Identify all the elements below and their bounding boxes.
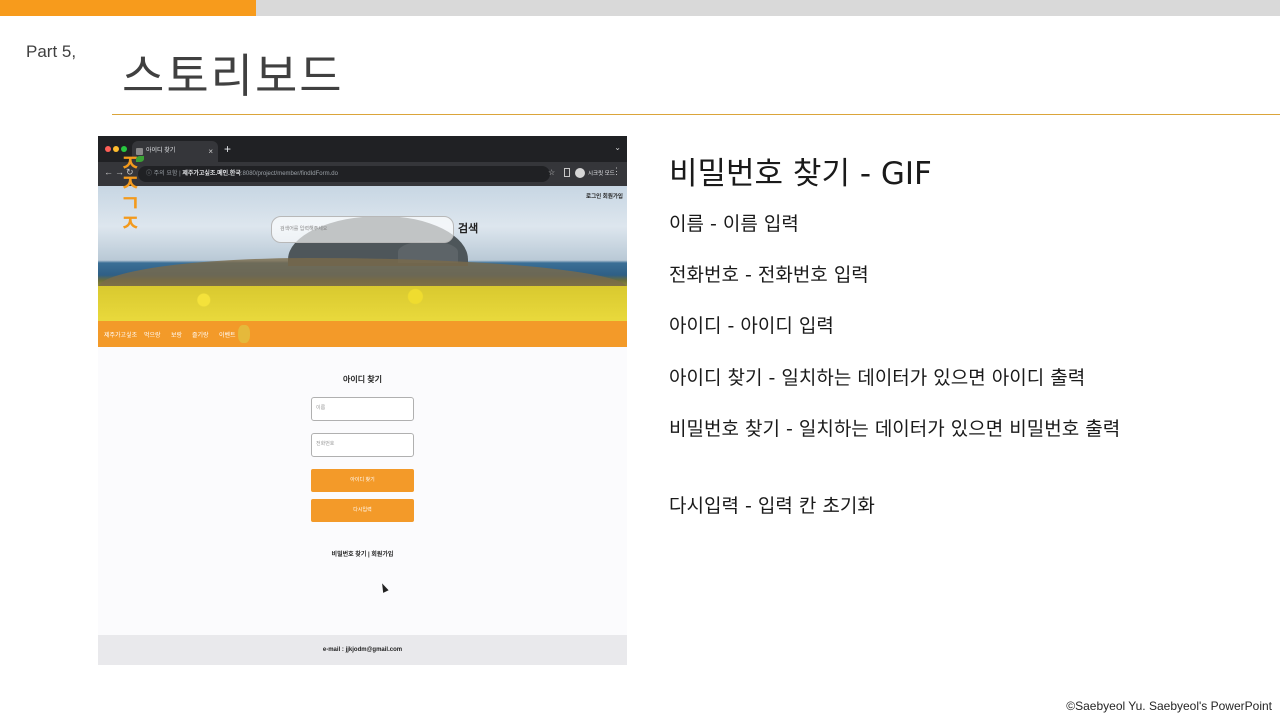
- description-line: 아이디 - 아이디 입력: [669, 315, 834, 337]
- part-label: Part 5,: [26, 42, 77, 61]
- description-line: 다시입력 - 입력 칸 초기화: [669, 495, 875, 517]
- name-field[interactable]: 이름: [311, 397, 414, 421]
- title-divider: [112, 114, 1280, 115]
- copyright-notice: ©Saebyeol Yu. Saebyeol's PowerPoint: [1066, 699, 1272, 713]
- window-minimize-dot[interactable]: [113, 146, 119, 152]
- nav-item-enjoy[interactable]: 즐기랑: [192, 330, 209, 339]
- url-field[interactable]: ⓘ 주의 요함 | 제주가고싶조.메인.한국:8080/project/memb…: [138, 166, 550, 182]
- nav-item-event[interactable]: 이벤트: [219, 330, 236, 339]
- login-links[interactable]: 로그인 회원가입: [586, 192, 623, 200]
- site-footer: e-mail : jjkjodm@gmail.com: [98, 635, 627, 665]
- window-close-dot[interactable]: [105, 146, 111, 152]
- banner-hills: [98, 258, 627, 288]
- close-icon[interactable]: ×: [208, 141, 213, 162]
- plus-icon[interactable]: +: [224, 142, 231, 156]
- logo-leaf-icon: [136, 156, 144, 162]
- url-host: 제주가고싶조.메인.한국: [182, 171, 241, 177]
- description-title: 비밀번호 찾기 - GIF: [669, 156, 932, 192]
- chevron-down-icon[interactable]: ⌄: [614, 143, 621, 152]
- description-line: 전화번호 - 전화번호 입력: [669, 264, 869, 286]
- description-line: 이름 - 이름 입력: [669, 213, 799, 235]
- star-icon[interactable]: ☆: [548, 168, 555, 177]
- site-nav-bar: 제주가고싶조 먹으랑 보랑 즐기랑 이벤트: [98, 321, 627, 347]
- mouse-cursor-icon: [379, 582, 389, 593]
- slide-title: 스토리보드: [122, 49, 344, 103]
- profile-label: 시크릿 모드: [588, 171, 615, 177]
- find-password-signup-links[interactable]: 비밀번호 찾기 | 회원가입: [98, 549, 627, 558]
- top-bar-accent: [0, 0, 256, 16]
- site-search-button[interactable]: 검색: [458, 220, 478, 236]
- mascot-icon: [238, 325, 250, 343]
- description-line: 비밀번호 찾기 - 일치하는 데이터가 있으면 비밀번호 출력: [669, 418, 1121, 440]
- site-logo[interactable]: ㅈㅈ ㄱㅈ: [120, 153, 150, 235]
- find-id-button[interactable]: 아이디 찾기: [311, 469, 414, 492]
- back-arrow-icon[interactable]: ←: [104, 167, 113, 177]
- url-path: :8080/project/member/findIdForm.do: [240, 171, 338, 177]
- site-search-input[interactable]: 검색어를 입력해주세요: [271, 216, 454, 243]
- find-id-form-title: 아이디 찾기: [342, 375, 383, 384]
- phone-field[interactable]: 전화번호: [311, 433, 414, 457]
- site-hero-banner: [98, 186, 627, 321]
- browser-tab-bar: 아이디 찾기 × + ⌄: [98, 136, 627, 162]
- nav-item-home[interactable]: 제주가고싶조: [104, 330, 137, 339]
- storyboard-screenshot: 아이디 찾기 × + ⌄ ← → ↻ ⓘ 주의 요함 | 제주가고싶조.메인.한…: [98, 136, 627, 665]
- browser-address-bar: ← → ↻ ⓘ 주의 요함 | 제주가고싶조.메인.한국:8080/projec…: [98, 162, 627, 186]
- browser-tab-title: 아이디 찾기: [146, 148, 176, 154]
- nav-item-eat[interactable]: 먹으랑: [144, 330, 161, 339]
- side-panel-icon[interactable]: [564, 168, 570, 177]
- reset-button[interactable]: 다시입력: [311, 499, 414, 522]
- more-icon[interactable]: ⋮: [612, 166, 621, 177]
- url-security-label: ⓘ 주의 요함 |: [146, 171, 181, 177]
- banner-flowers: [98, 286, 627, 321]
- nav-item-see[interactable]: 보랑: [171, 330, 182, 339]
- avatar[interactable]: [575, 168, 585, 178]
- description-line: 아이디 찾기 - 일치하는 데이터가 있으면 아이디 출력: [669, 367, 1086, 389]
